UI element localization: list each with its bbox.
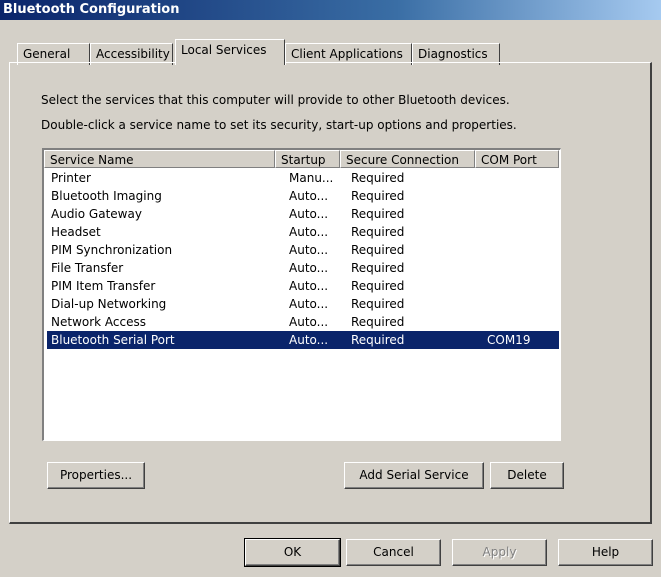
table-row[interactable]: Headset Auto... Required: [47, 223, 559, 241]
tab-local-services[interactable]: Local Services: [175, 39, 285, 65]
add-serial-service-button[interactable]: Add Serial Service: [344, 462, 484, 489]
delete-button[interactable]: Delete: [490, 462, 564, 489]
cell-service-name: Bluetooth Serial Port: [51, 333, 175, 347]
list-header: Service Name Startup Secure Connection C…: [44, 150, 560, 168]
cell-startup: Auto...: [289, 243, 329, 257]
cell-service-name: PIM Item Transfer: [51, 279, 156, 293]
cell-secure-connection: Required: [351, 279, 405, 293]
cell-startup: Auto...: [289, 315, 329, 329]
cell-startup: Auto...: [289, 225, 329, 239]
cell-startup: Auto...: [289, 279, 329, 293]
column-header-secure-connection[interactable]: Secure Connection: [340, 150, 475, 168]
table-row[interactable]: File Transfer Auto... Required: [47, 259, 559, 277]
cell-secure-connection: Required: [351, 189, 405, 203]
cell-startup: Auto...: [289, 333, 329, 347]
cell-secure-connection: Required: [351, 297, 405, 311]
cell-service-name: Printer: [51, 171, 91, 185]
cell-startup: Auto...: [289, 207, 329, 221]
table-row[interactable]: Bluetooth Serial Port Auto... Required COM1…: [46, 330, 560, 350]
properties-button[interactable]: Properties...: [47, 462, 145, 489]
cell-secure-connection: Required: [351, 207, 405, 221]
cell-com-port: COM19: [487, 333, 531, 347]
cell-service-name: Audio Gateway: [51, 207, 142, 221]
cell-startup: Auto...: [289, 261, 329, 275]
column-header-com-port[interactable]: COM Port: [475, 150, 559, 168]
table-row[interactable]: Audio Gateway Auto... Required: [47, 205, 559, 223]
description-line-2: Double-click a service name to set its s…: [41, 118, 517, 132]
window-title: Bluetooth Configuration: [0, 0, 661, 20]
table-row[interactable]: PIM Synchronization Auto... Required: [47, 241, 559, 259]
table-row[interactable]: Printer Manu... Required: [47, 169, 559, 187]
cell-secure-connection: Required: [351, 171, 405, 185]
column-header-service-name[interactable]: Service Name: [44, 150, 275, 168]
table-row[interactable]: PIM Item Transfer Auto... Required: [47, 277, 559, 295]
help-button[interactable]: Help: [558, 539, 653, 566]
cell-service-name: PIM Synchronization: [51, 243, 173, 257]
cell-startup: Auto...: [289, 297, 329, 311]
cell-service-name: Dial-up Networking: [51, 297, 167, 311]
cell-secure-connection: Required: [351, 315, 405, 329]
services-list[interactable]: Service Name Startup Secure Connection C…: [42, 148, 561, 441]
table-row[interactable]: Bluetooth Imaging Auto... Required: [47, 187, 559, 205]
cancel-button[interactable]: Cancel: [346, 539, 441, 566]
cell-service-name: Bluetooth Imaging: [51, 189, 162, 203]
cell-startup: Manu...: [289, 171, 334, 185]
cell-secure-connection: Required: [351, 225, 405, 239]
description-line-1: Select the services that this computer w…: [41, 93, 510, 107]
table-row[interactable]: Dial-up Networking Auto... Required: [47, 295, 559, 313]
cell-secure-connection: Required: [351, 261, 405, 275]
table-row[interactable]: Network Access Auto... Required: [47, 313, 559, 331]
apply-button[interactable]: Apply: [452, 539, 547, 566]
cell-startup: Auto...: [289, 189, 329, 203]
cell-secure-connection: Required: [351, 243, 405, 257]
column-header-startup[interactable]: Startup: [275, 150, 340, 168]
cell-service-name: File Transfer: [51, 261, 124, 275]
cell-secure-connection: Required: [351, 333, 405, 347]
ok-button[interactable]: OK: [244, 538, 341, 567]
cell-service-name: Headset: [51, 225, 101, 239]
cell-service-name: Network Access: [51, 315, 146, 329]
